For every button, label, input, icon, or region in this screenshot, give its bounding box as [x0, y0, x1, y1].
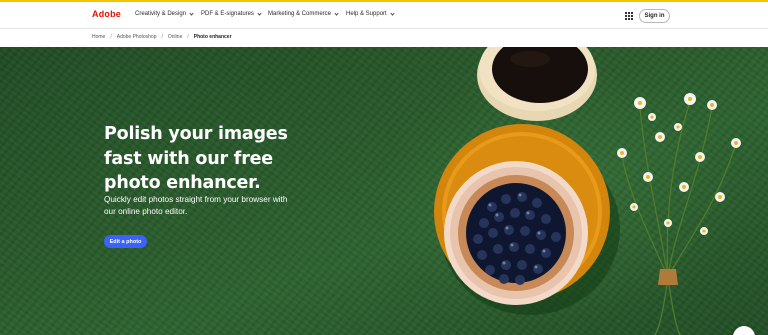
chevron-down-icon	[390, 10, 395, 16]
chevron-down-icon	[334, 10, 339, 16]
chevron-down-icon	[257, 10, 262, 16]
nav-pdf-esignatures[interactable]: PDF & E-signatures	[201, 10, 262, 17]
nav-label: Marketing & Commerce	[268, 11, 332, 17]
breadcrumb-current: Photo enhancer	[193, 34, 232, 40]
breadcrumb-separator: /	[161, 34, 163, 40]
nav-label: PDF & E-signatures	[201, 11, 255, 17]
sign-in-button[interactable]: Sign in	[639, 9, 670, 23]
nav-help-support[interactable]: Help & Support	[346, 10, 395, 17]
hero-subtitle: Quickly edit photos straight from your b…	[104, 195, 288, 217]
nav-creativity-design[interactable]: Creativity & Design	[135, 10, 194, 17]
breadcrumb-home[interactable]: Home	[92, 34, 105, 40]
breadcrumb-separator: /	[187, 34, 189, 40]
global-nav: Adobe Creativity & Design PDF & E-signat…	[0, 2, 768, 29]
breadcrumb-online[interactable]: Online	[168, 34, 182, 40]
adobe-logo[interactable]: Adobe	[92, 9, 121, 19]
nav-label: Help & Support	[346, 11, 387, 17]
edit-a-photo-button[interactable]: Edit a photo	[104, 235, 147, 248]
chevron-down-icon	[189, 10, 194, 16]
breadcrumb-adobe-photoshop[interactable]: Adobe Photoshop	[117, 34, 157, 40]
hero-banner: Polish your images fast with our free ph…	[0, 47, 768, 335]
coffee-cup	[477, 47, 597, 121]
blueberry-tart	[444, 161, 588, 305]
breadcrumb: Home / Adobe Photoshop / Online / Photo …	[92, 34, 232, 40]
breadcrumb-separator: /	[110, 34, 112, 40]
nav-label: Creativity & Design	[135, 11, 187, 17]
nav-marketing-commerce[interactable]: Marketing & Commerce	[268, 10, 339, 17]
hero-title: Polish your images fast with our free ph…	[104, 124, 288, 193]
app-grid-icon[interactable]	[625, 12, 633, 20]
flower-bouquet	[617, 93, 741, 335]
